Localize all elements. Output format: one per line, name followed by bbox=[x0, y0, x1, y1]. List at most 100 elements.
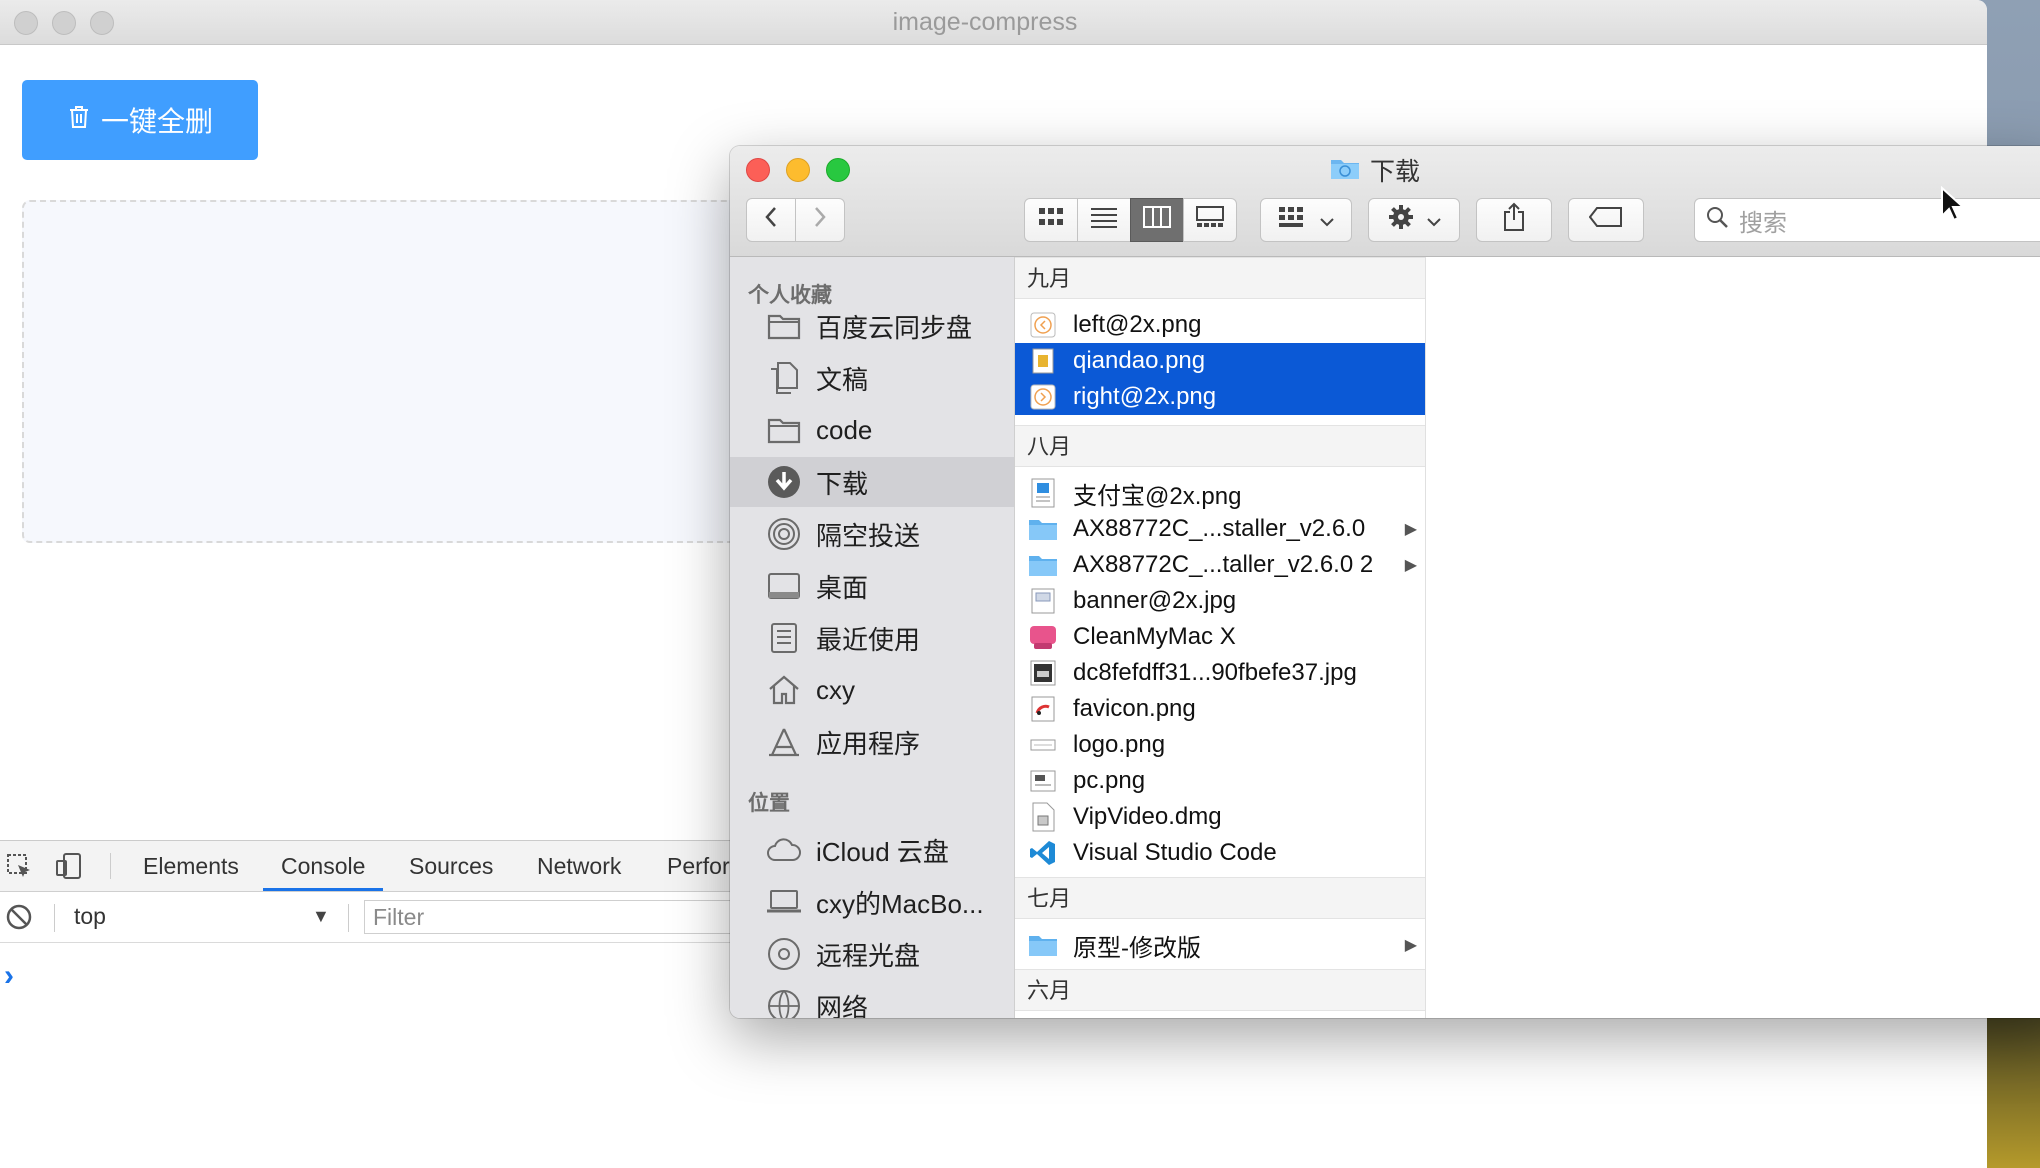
delete-all-button[interactable]: 一键全删 bbox=[22, 80, 258, 160]
folder-icon bbox=[1028, 514, 1058, 544]
search-icon bbox=[1705, 205, 1729, 236]
mouse-cursor-icon bbox=[1940, 185, 1966, 227]
share-icon bbox=[1502, 202, 1526, 239]
column-view-button[interactable] bbox=[1130, 198, 1184, 242]
folder-icon bbox=[1028, 550, 1058, 580]
divider bbox=[54, 904, 55, 932]
file-row[interactable]: qiandao.png bbox=[1015, 343, 1425, 379]
forward-button[interactable] bbox=[795, 198, 845, 242]
sidebar-item-home[interactable]: cxy bbox=[730, 665, 1014, 715]
folder-row[interactable]: 原型-修改版 ▶ bbox=[1015, 927, 1425, 963]
folder-row[interactable]: AX88772C_...taller_v2.6.0 2 ▶ bbox=[1015, 547, 1425, 583]
sidebar-item-downloads[interactable]: 下载 bbox=[730, 457, 1014, 507]
airdrop-icon bbox=[766, 516, 802, 552]
file-row[interactable]: right@2x.png bbox=[1015, 379, 1425, 415]
file-row[interactable]: Visual Studio Code bbox=[1015, 835, 1425, 871]
downloads-icon bbox=[766, 464, 802, 500]
dropdown-arrow-icon[interactable]: ▼ bbox=[312, 906, 330, 927]
window-title: 下载 bbox=[730, 154, 2040, 186]
sidebar-item-label: 最近使用 bbox=[816, 624, 921, 655]
file-row[interactable]: 支付宝@2x.png bbox=[1015, 475, 1425, 511]
image-file-icon bbox=[1028, 694, 1058, 724]
file-name: right@2x.png bbox=[1073, 383, 1217, 410]
file-row[interactable]: pc.png bbox=[1015, 763, 1425, 799]
disk-image-icon bbox=[1028, 802, 1058, 832]
file-name: favicon.png bbox=[1073, 695, 1196, 722]
file-name: left@2x.png bbox=[1073, 311, 1202, 338]
file-name: qiandao.png bbox=[1073, 347, 1206, 374]
inspect-element-icon[interactable] bbox=[6, 853, 34, 886]
file-row[interactable]: favicon.png bbox=[1015, 691, 1425, 727]
share-button[interactable] bbox=[1476, 198, 1552, 242]
file-row[interactable]: left@2x.png bbox=[1015, 307, 1425, 343]
sidebar-item-recents[interactable]: 最近使用 bbox=[730, 613, 1014, 663]
sidebar-item-label: 隔空投送 bbox=[816, 520, 921, 551]
filter-input[interactable]: Filter bbox=[364, 900, 784, 934]
clear-console-icon[interactable] bbox=[6, 904, 32, 935]
image-file-icon bbox=[1028, 382, 1058, 412]
search-placeholder: 搜索 bbox=[1739, 209, 1787, 237]
image-file-icon bbox=[1028, 346, 1058, 376]
app-icon bbox=[1028, 622, 1058, 652]
sidebar-item-label: 下载 bbox=[816, 468, 869, 499]
sidebar-item-baidu[interactable]: 百度云同步盘 bbox=[730, 301, 1014, 351]
list-view-button[interactable] bbox=[1077, 198, 1131, 242]
finder-sidebar: 个人收藏 百度云同步盘 文稿 code 下载 隔空投送 桌面 最近使用 cxy … bbox=[730, 257, 1015, 1018]
tags-button[interactable] bbox=[1568, 198, 1644, 242]
folder-row[interactable]: AX88772C_...staller_v2.6.0 ▶ bbox=[1015, 511, 1425, 547]
file-row[interactable]: banner@2x.jpg bbox=[1015, 583, 1425, 619]
finder-window: 下载 搜索 个人收藏 百度云同步盘 文稿 code 下载 隔空投送 桌面 最近使… bbox=[730, 146, 2040, 1018]
console-prompt-icon[interactable]: › bbox=[4, 959, 14, 993]
sidebar-item-icloud[interactable]: iCloud 云盘 bbox=[730, 825, 1014, 875]
sidebar-item-label: cxy的MacBo... bbox=[816, 888, 984, 919]
image-file-icon bbox=[1028, 766, 1058, 796]
gallery-view-button[interactable] bbox=[1183, 198, 1237, 242]
file-row[interactable]: CleanMyMac X bbox=[1015, 619, 1425, 655]
sidebar-item-code[interactable]: code bbox=[730, 405, 1014, 455]
sidebar-item-label: cxy bbox=[816, 674, 855, 705]
network-icon bbox=[766, 988, 802, 1018]
folder-icon bbox=[766, 308, 802, 344]
sidebar-item-airdrop[interactable]: 隔空投送 bbox=[730, 509, 1014, 559]
divider bbox=[110, 853, 111, 879]
app-title: image-compress bbox=[892, 8, 1078, 36]
sidebar-item-label: 应用程序 bbox=[816, 728, 921, 759]
file-name: logo.png bbox=[1073, 731, 1166, 758]
file-row[interactable]: dc8fefdff31...90fbefe37.jpg bbox=[1015, 655, 1425, 691]
icon-view-button[interactable] bbox=[1024, 198, 1078, 242]
tab-elements[interactable]: Elements bbox=[143, 841, 239, 891]
action-button[interactable] bbox=[1368, 198, 1460, 242]
search-field[interactable]: 搜索 bbox=[1694, 198, 2040, 242]
chevron-right-icon bbox=[812, 205, 828, 236]
file-row[interactable]: logo.png bbox=[1015, 727, 1425, 763]
image-file-icon bbox=[1028, 658, 1058, 688]
sidebar-item-desktop[interactable]: 桌面 bbox=[730, 561, 1014, 611]
sidebar-item-label: 网络 bbox=[816, 992, 869, 1019]
folder-icon bbox=[1028, 930, 1058, 960]
sidebar-item-documents[interactable]: 文稿 bbox=[730, 353, 1014, 403]
file-name: 支付宝@2x.png bbox=[1073, 482, 1242, 510]
chevron-left-icon bbox=[763, 205, 779, 236]
sidebar-item-macbook[interactable]: cxy的MacBo... bbox=[730, 877, 1014, 927]
disclosure-arrow-icon: ▶ bbox=[1404, 521, 1417, 538]
tab-sources[interactable]: Sources bbox=[409, 841, 493, 891]
back-button[interactable] bbox=[746, 198, 796, 242]
sidebar-item-label: 百度云同步盘 bbox=[816, 312, 973, 343]
sidebar-item-network[interactable]: 网络 bbox=[730, 981, 1014, 1018]
disclosure-arrow-icon: ▶ bbox=[1404, 557, 1417, 574]
file-row[interactable]: VipVideo.dmg bbox=[1015, 799, 1425, 835]
sidebar-item-remote-disc[interactable]: 远程光盘 bbox=[730, 929, 1014, 979]
sidebar-item-label: 远程光盘 bbox=[816, 940, 921, 971]
group-by-button[interactable] bbox=[1260, 198, 1352, 242]
sidebar-item-applications[interactable]: 应用程序 bbox=[730, 717, 1014, 767]
device-toolbar-icon[interactable] bbox=[54, 851, 84, 886]
vscode-icon bbox=[1028, 838, 1058, 868]
tab-performance[interactable]: Perfor bbox=[667, 841, 730, 891]
context-select[interactable]: top bbox=[74, 903, 106, 930]
tab-console[interactable]: Console bbox=[263, 841, 384, 891]
tab-network[interactable]: Network bbox=[537, 841, 621, 891]
disc-icon bbox=[766, 936, 802, 972]
image-file-icon bbox=[1028, 730, 1058, 760]
tag-icon bbox=[1588, 206, 1623, 234]
column-view-icon bbox=[1143, 205, 1171, 235]
